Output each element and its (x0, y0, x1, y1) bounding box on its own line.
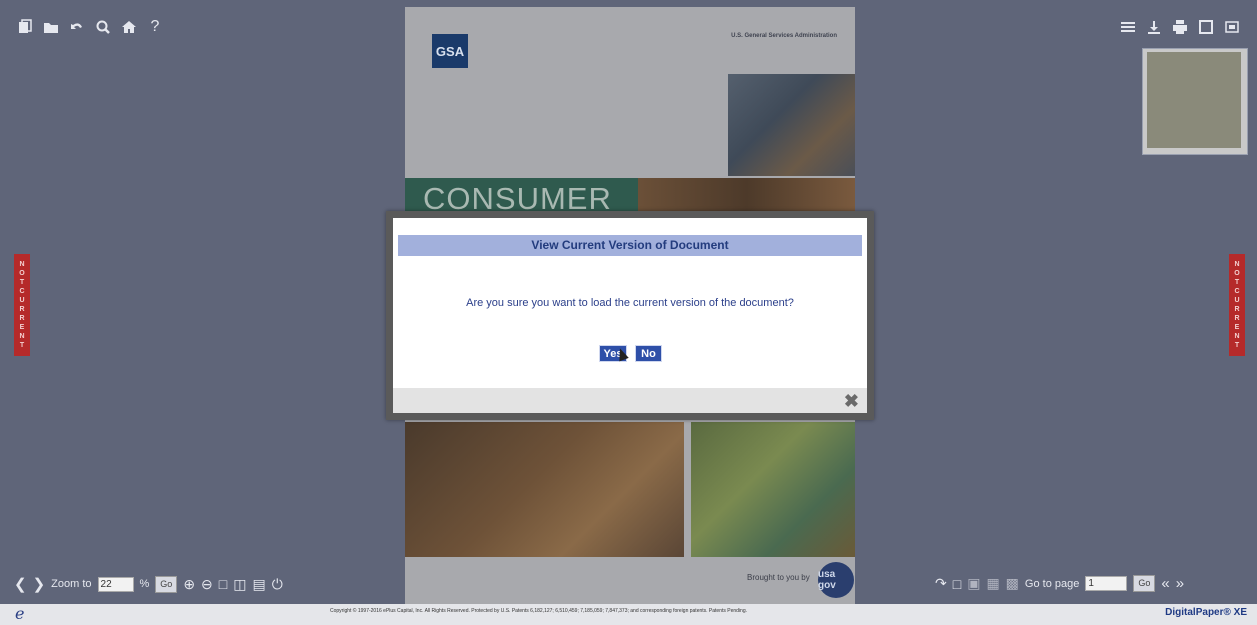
two-page-icon[interactable]: ▤ (252, 576, 265, 593)
dialog-title: View Current Version of Document (398, 235, 862, 256)
fit-width-icon[interactable]: ◫ (233, 576, 246, 593)
digitalpaper-logo: DigitalPaper® XE (1165, 607, 1247, 618)
not-current-banner-right: NOT CURRENT (1229, 254, 1245, 356)
fullscreen-icon[interactable] (1221, 16, 1243, 38)
gsa-logo: GSA (432, 34, 468, 68)
thumbnail-image (1147, 52, 1241, 148)
first-page-icon[interactable]: « (1161, 575, 1169, 592)
dialog-message: Are you sure you want to load the curren… (466, 297, 794, 309)
percent-label: % (139, 578, 150, 590)
copyright-text: Copyright © 1997-2016 ePlus Capital, Inc… (330, 608, 748, 614)
undo-icon[interactable] (66, 16, 88, 38)
folder-icon[interactable] (40, 16, 62, 38)
single-page-icon[interactable] (1195, 16, 1217, 38)
fit-page-icon[interactable]: □ (219, 576, 227, 592)
cover-photo-man-laptop (728, 74, 855, 176)
viewer-stage: ? NOT CURRENT NOT CURRENT GSA U.S. Gener… (0, 0, 1257, 604)
annotation-icon[interactable]: ▦ (986, 575, 999, 592)
footer-bar: e Copyright © 1997-2016 ePlus Capital, I… (0, 604, 1257, 625)
zoom-in-icon[interactable]: ⊕ (183, 576, 195, 593)
confirm-dialog: View Current Version of Document Are you… (393, 218, 867, 413)
top-left-toolbar: ? (14, 16, 166, 38)
page-go-button[interactable]: Go (1133, 575, 1156, 592)
eplus-logo: e (15, 604, 25, 623)
page-number-input[interactable]: 1 (1085, 576, 1128, 591)
zoom-label: Zoom to (51, 578, 92, 590)
cover-photo-couple-boxes (405, 422, 684, 557)
not-current-label: NOT CURRENT (19, 261, 25, 349)
home-icon[interactable] (118, 16, 140, 38)
no-button[interactable]: No (635, 345, 662, 362)
bottom-left-toolbar: ❮ ❯ Zoom to 22 % Go ⊕ ⊖ □ ◫ ▤ ⏻ (14, 575, 283, 593)
zoom-area-icon[interactable]: ▣ (967, 575, 980, 592)
brought-to-you-label: Brought to you by (747, 573, 810, 582)
usagov-logo: usa gov (818, 562, 854, 598)
grid-icon[interactable]: ▩ (1006, 575, 1019, 592)
print-icon[interactable] (1169, 16, 1191, 38)
redo-icon[interactable]: ↷ (935, 575, 947, 592)
publisher-title: U.S. General Services Administration (731, 33, 837, 39)
not-current-label: NOT CURRENT (1234, 261, 1240, 349)
list-icon[interactable] (1117, 16, 1139, 38)
bottom-right-toolbar: ↷ □ ▣ ▦ ▩ Go to page 1 Go « » (935, 575, 1184, 592)
close-icon[interactable]: ✖ (844, 391, 859, 412)
next-page-icon[interactable]: ❯ (33, 575, 46, 593)
download-icon[interactable] (1143, 16, 1165, 38)
zoom-go-button[interactable]: Go (155, 575, 178, 593)
goto-page-label: Go to page (1024, 577, 1080, 590)
zoom-out-icon[interactable]: ⊖ (201, 576, 213, 593)
search-icon[interactable] (92, 16, 114, 38)
prev-page-icon[interactable]: ❮ (14, 575, 27, 593)
last-page-icon[interactable]: » (1176, 575, 1184, 592)
dialog-footer: ✖ (393, 388, 867, 413)
select-area-icon[interactable]: □ (953, 576, 961, 592)
top-right-toolbar (1117, 16, 1243, 38)
page-thumbnail[interactable] (1142, 48, 1248, 155)
help-icon[interactable]: ? (144, 16, 166, 38)
power-icon[interactable]: ⏻ (272, 576, 283, 593)
zoom-input[interactable]: 22 (97, 576, 134, 592)
cover-photo-family-shopping (691, 422, 855, 557)
pages-icon[interactable] (14, 16, 36, 38)
not-current-banner-left: NOT CURRENT (14, 254, 30, 356)
